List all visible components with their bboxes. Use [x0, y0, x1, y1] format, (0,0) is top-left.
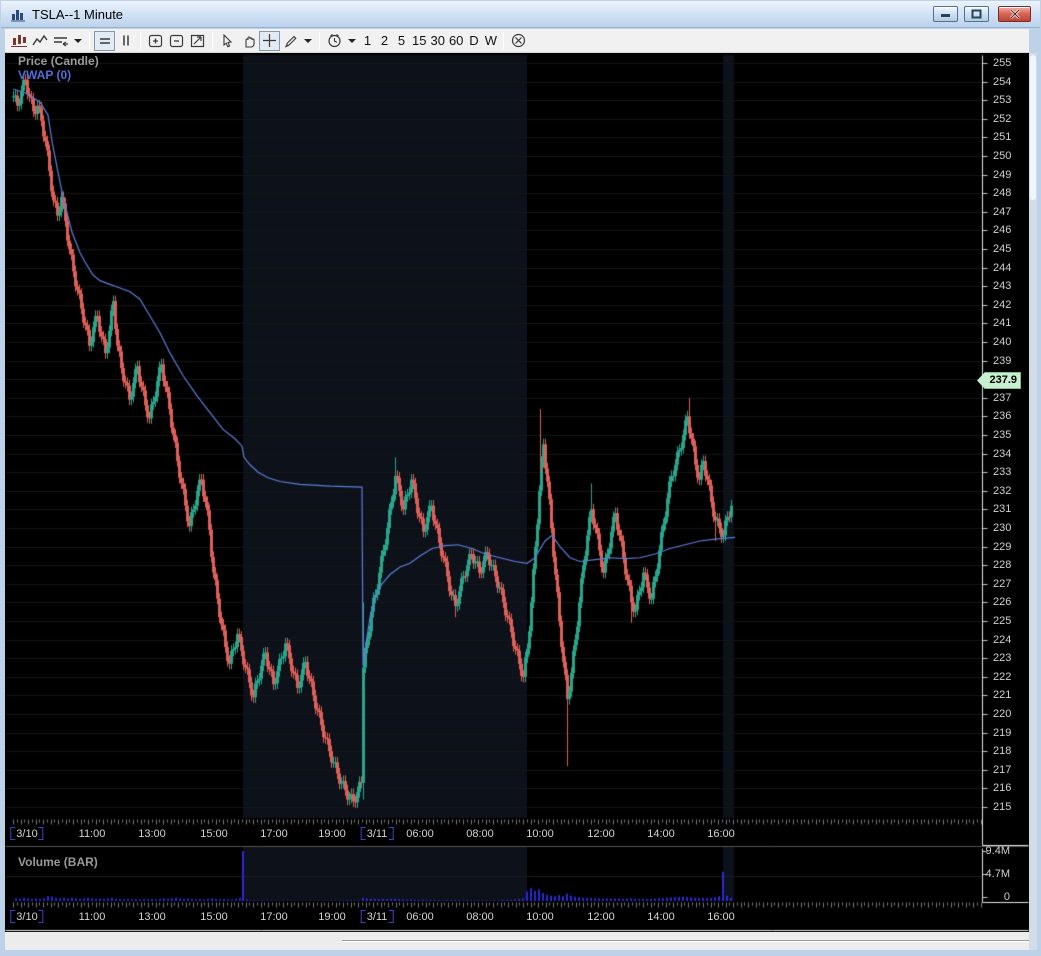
price-tick-label: 245 — [993, 242, 1012, 255]
price-tick-label: 227 — [993, 577, 1012, 590]
vertical-scrollbar-thumb[interactable] — [1030, 55, 1036, 200]
price-tick-label: 218 — [993, 745, 1012, 758]
price-tick-label: 253 — [993, 94, 1012, 107]
price-tick-label: 215 — [993, 800, 1012, 813]
price-tick-label: 250 — [993, 149, 1012, 162]
time-tick-label: 06:00 — [406, 911, 434, 923]
price-tick-label: 216 — [993, 782, 1012, 795]
price-tick-label: 230 — [993, 521, 1012, 534]
price-tick-label: 235 — [993, 428, 1012, 441]
price-tick-label: 249 — [993, 168, 1012, 181]
vwap-indicator-label: VWAP (0) — [18, 68, 72, 82]
price-tick-label: 242 — [993, 298, 1012, 311]
price-tick-label: 231 — [993, 503, 1012, 516]
time-tick-label: 12:00 — [587, 828, 615, 840]
day-marker-label: 3/10 — [10, 910, 45, 923]
horizontal-scrollbar[interactable] — [5, 932, 1029, 950]
price-tick-label: 225 — [993, 614, 1012, 627]
time-tick-label: 11:00 — [78, 911, 106, 923]
price-tick-label: 223 — [993, 652, 1012, 665]
price-tick-label: 232 — [993, 484, 1012, 497]
day-marker-label: 3/11 — [360, 910, 393, 923]
time-tick-label: 08:00 — [466, 911, 494, 923]
price-tick-label: 228 — [993, 559, 1012, 572]
time-tick-label: 06:00 — [406, 828, 434, 840]
price-tick-label: 241 — [993, 317, 1012, 330]
time-tick-label: 17:00 — [260, 911, 288, 923]
time-tick-label: 10:00 — [526, 828, 554, 840]
price-tick-label: 243 — [993, 280, 1012, 293]
time-tick-label: 11:00 — [78, 828, 106, 840]
price-tick-label: 239 — [993, 354, 1012, 367]
day-marker-label: 3/10 — [10, 827, 45, 840]
price-tick-label: 220 — [993, 707, 1012, 720]
price-tick-label: 246 — [993, 224, 1012, 237]
volume-pane-label: Volume (BAR) — [18, 855, 98, 869]
day-marker-label: 3/11 — [360, 827, 393, 840]
price-tick-label: 234 — [993, 447, 1012, 460]
time-tick-label: 10:00 — [526, 911, 554, 923]
price-tick-label: 224 — [993, 633, 1012, 646]
last-price-tag: 237.9 — [977, 372, 1021, 389]
time-tick-label: 19:00 — [318, 911, 346, 923]
price-tick-label: 236 — [993, 410, 1012, 423]
volume-chart-area[interactable] — [5, 848, 982, 901]
volume-tick-label: 0 — [1003, 891, 1010, 903]
time-tick-label: 16:00 — [707, 828, 735, 840]
price-tick-label: 222 — [993, 670, 1012, 683]
price-tick-label: 219 — [993, 726, 1012, 739]
app-window: TSLA--1 Minute — [0, 0, 1041, 956]
time-tick-label: 13:00 — [138, 828, 166, 840]
price-tick-label: 244 — [993, 261, 1012, 274]
time-tick-label: 15:00 — [200, 911, 228, 923]
price-chart-area[interactable] — [5, 53, 982, 818]
window-frame-bottom — [0, 950, 1041, 956]
price-tick-label: 247 — [993, 205, 1012, 218]
chart-client-area: Price (Candle) VWAP (0) Volume (BAR) 255… — [0, 0, 1041, 956]
price-tick-label: 229 — [993, 540, 1012, 553]
time-tick-label: 17:00 — [260, 828, 288, 840]
price-tick-label: 254 — [993, 75, 1012, 88]
price-tick-label: 255 — [993, 56, 1012, 69]
time-tick-label: 12:00 — [587, 911, 615, 923]
price-tick-label: 251 — [993, 131, 1012, 144]
price-tick-label: 221 — [993, 689, 1012, 702]
volume-tick-label: 4.7M — [985, 868, 1010, 880]
window-frame-right — [1037, 28, 1041, 956]
time-tick-label: 16:00 — [707, 911, 735, 923]
price-pane-label: Price (Candle) — [18, 54, 99, 68]
price-tick-label: 233 — [993, 466, 1012, 479]
time-tick-label: 15:00 — [200, 828, 228, 840]
price-tick-label: 240 — [993, 335, 1012, 348]
time-tick-label: 19:00 — [318, 828, 346, 840]
price-tick-label: 237 — [993, 391, 1012, 404]
volume-tick-label: 9.4M — [985, 845, 1010, 857]
price-tick-label: 217 — [993, 763, 1012, 776]
time-tick-label: 14:00 — [647, 911, 675, 923]
time-tick-label: 08:00 — [466, 828, 494, 840]
window-frame-left — [0, 28, 5, 956]
price-tick-label: 252 — [993, 112, 1012, 125]
price-tick-label: 248 — [993, 187, 1012, 200]
time-tick-label: 14:00 — [647, 828, 675, 840]
vertical-scrollbar[interactable] — [1029, 53, 1037, 950]
price-tick-label: 226 — [993, 596, 1012, 609]
horizontal-scrollbar-groove — [342, 940, 1029, 942]
time-tick-label: 13:00 — [138, 911, 166, 923]
